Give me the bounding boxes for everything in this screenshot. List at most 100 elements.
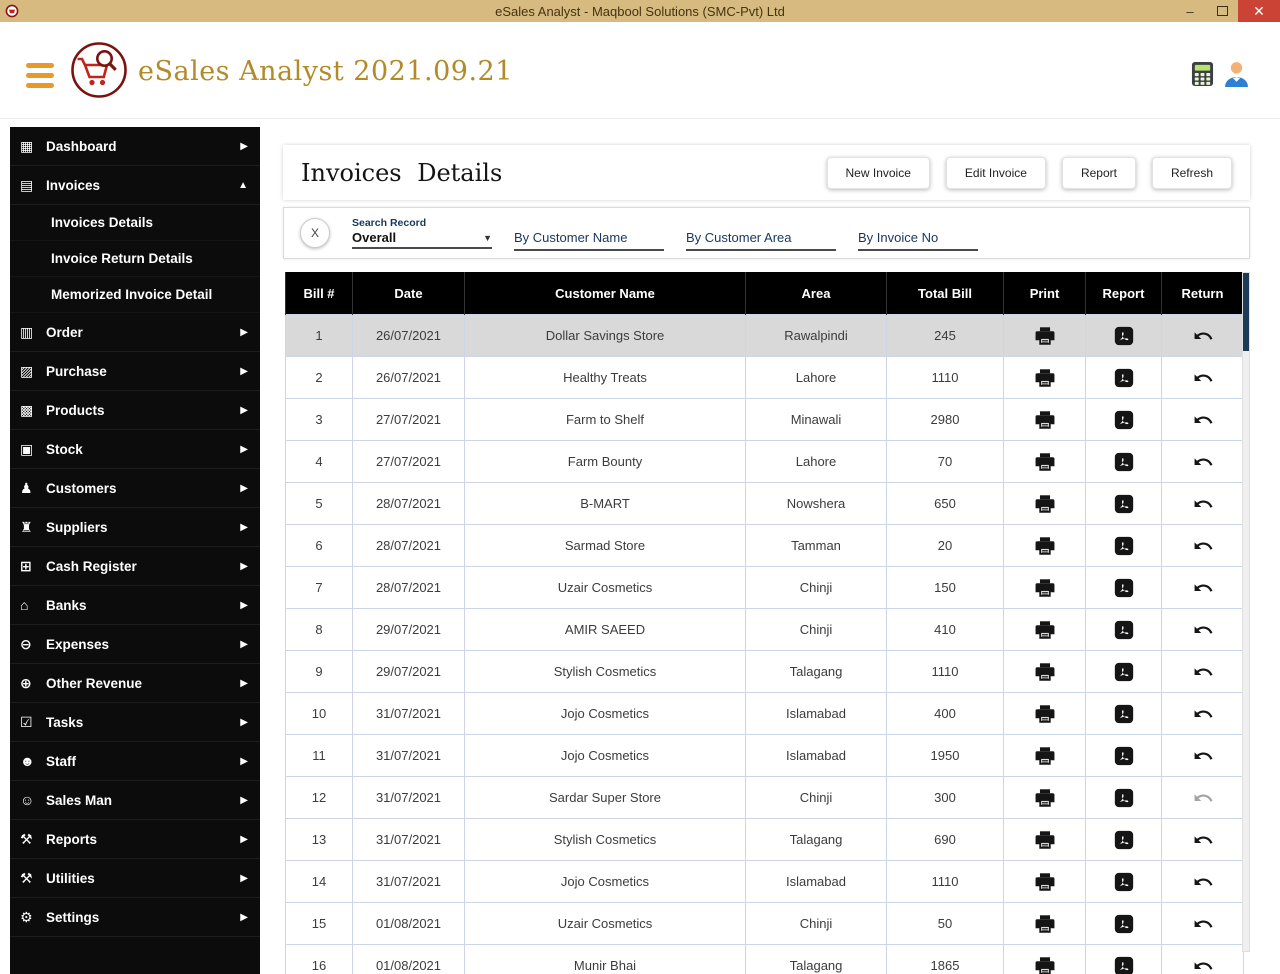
new-invoice-button[interactable]: New Invoice — [826, 156, 930, 189]
table-row[interactable]: 13 31/07/2021 Stylish Cosmetics Talagang 690 — [285, 818, 1244, 861]
table-row[interactable]: 9 29/07/2021 Stylish Cosmetics Talagang 1110 — [285, 650, 1244, 693]
return-undo-icon[interactable] — [1192, 325, 1214, 347]
pdf-report-icon[interactable] — [1113, 955, 1135, 974]
pdf-report-icon[interactable] — [1113, 451, 1135, 473]
pdf-report-icon[interactable] — [1113, 913, 1135, 935]
sidebar-item-cash-register[interactable]: ⊞ Cash Register ▶ — [10, 547, 260, 586]
sidebar-item-purchase[interactable]: ▨ Purchase ▶ — [10, 352, 260, 391]
sidebar-item-invoices[interactable]: ▤ Invoices ▲ — [10, 166, 260, 205]
sidebar-item-reports[interactable]: ⚒ Reports ▶ — [10, 820, 260, 859]
print-icon[interactable] — [1034, 451, 1056, 473]
pdf-report-icon[interactable] — [1113, 577, 1135, 599]
return-undo-icon[interactable] — [1192, 703, 1214, 725]
return-undo-icon[interactable] — [1192, 535, 1214, 557]
sidebar-item-sales-man[interactable]: ☺ Sales Man ▶ — [10, 781, 260, 820]
sidebar-item-stock[interactable]: ▣ Stock ▶ — [10, 430, 260, 469]
sidebar-item-banks[interactable]: ⌂ Banks ▶ — [10, 586, 260, 625]
table-row[interactable]: 7 28/07/2021 Uzair Cosmetics Chinji 150 — [285, 566, 1244, 609]
return-undo-icon[interactable] — [1192, 787, 1214, 809]
print-icon[interactable] — [1034, 787, 1056, 809]
table-row[interactable]: 6 28/07/2021 Sarmad Store Tamman 20 — [285, 524, 1244, 567]
pdf-report-icon[interactable] — [1113, 745, 1135, 767]
print-icon[interactable] — [1034, 619, 1056, 641]
pdf-report-icon[interactable] — [1113, 787, 1135, 809]
pdf-report-icon[interactable] — [1113, 409, 1135, 431]
print-icon[interactable] — [1034, 367, 1056, 389]
pdf-report-icon[interactable] — [1113, 493, 1135, 515]
return-undo-icon[interactable] — [1192, 409, 1214, 431]
calculator-icon[interactable] — [1191, 61, 1214, 92]
table-row[interactable]: 10 31/07/2021 Jojo Cosmetics Islamabad 400 — [285, 692, 1244, 735]
print-icon[interactable] — [1034, 703, 1056, 725]
sidebar-item-settings[interactable]: ⚙ Settings ▶ — [10, 898, 260, 937]
print-icon[interactable] — [1034, 325, 1056, 347]
table-row[interactable]: 16 01/08/2021 Munir Bhai Talagang 1865 — [285, 944, 1244, 974]
return-undo-icon[interactable] — [1192, 913, 1214, 935]
table-row[interactable]: 12 31/07/2021 Sardar Super Store Chinji 300 — [285, 776, 1244, 819]
print-icon[interactable] — [1034, 955, 1056, 974]
sidebar-subitem-memorized-invoice-detail[interactable]: Memorized Invoice Detail — [10, 277, 260, 313]
pdf-report-icon[interactable] — [1113, 703, 1135, 725]
pdf-report-icon[interactable] — [1113, 619, 1135, 641]
table-row[interactable]: 8 29/07/2021 AMIR SAEED Chinji 410 — [285, 608, 1244, 651]
sidebar-item-customers[interactable]: ♟ Customers ▶ — [10, 469, 260, 508]
customer-area-filter-input[interactable]: By Customer Area — [686, 230, 836, 251]
pdf-report-icon[interactable] — [1113, 535, 1135, 557]
return-undo-icon[interactable] — [1192, 619, 1214, 641]
return-undo-icon[interactable] — [1192, 451, 1214, 473]
maximize-button[interactable] — [1206, 0, 1238, 22]
table-row[interactable]: 3 27/07/2021 Farm to Shelf Minawali 2980 — [285, 398, 1244, 441]
sidebar-item-dashboard[interactable]: ▦ Dashboard ▶ — [10, 127, 260, 166]
print-icon[interactable] — [1034, 829, 1056, 851]
pdf-report-icon[interactable] — [1113, 829, 1135, 851]
table-row[interactable]: 5 28/07/2021 B-MART Nowshera 650 — [285, 482, 1244, 525]
pdf-report-icon[interactable] — [1113, 661, 1135, 683]
sidebar-item-utilities[interactable]: ⚒ Utilities ▶ — [10, 859, 260, 898]
sidebar-item-order[interactable]: ▥ Order ▶ — [10, 313, 260, 352]
return-undo-icon[interactable] — [1192, 493, 1214, 515]
minimize-button[interactable]: – — [1174, 0, 1206, 22]
sidebar-item-staff[interactable]: ☻ Staff ▶ — [10, 742, 260, 781]
print-icon[interactable] — [1034, 661, 1056, 683]
close-button[interactable]: ✕ — [1238, 0, 1280, 22]
print-icon[interactable] — [1034, 745, 1056, 767]
table-row[interactable]: 14 31/07/2021 Jojo Cosmetics Islamabad 1110 — [285, 860, 1244, 903]
table-row[interactable]: 1 26/07/2021 Dollar Savings Store Rawalpind… — [285, 314, 1244, 357]
customer-name-filter-input[interactable]: By Customer Name — [514, 230, 664, 251]
user-profile-icon[interactable] — [1223, 60, 1250, 92]
print-icon[interactable] — [1034, 871, 1056, 893]
return-undo-icon[interactable] — [1192, 871, 1214, 893]
sidebar-item-tasks[interactable]: ☑ Tasks ▶ — [10, 703, 260, 742]
print-icon[interactable] — [1034, 913, 1056, 935]
table-row[interactable]: 11 31/07/2021 Jojo Cosmetics Islamabad 1950 — [285, 734, 1244, 777]
print-icon[interactable] — [1034, 577, 1056, 599]
sidebar-subitem-invoices-details[interactable]: Invoices Details — [10, 205, 260, 241]
edit-invoice-button[interactable]: Edit Invoice — [945, 156, 1046, 189]
search-record-dropdown[interactable]: Search Record Overall ▼ — [352, 217, 492, 249]
print-icon[interactable] — [1034, 535, 1056, 557]
table-row[interactable]: 2 26/07/2021 Healthy Treats Lahore 1110 — [285, 356, 1244, 399]
return-undo-icon[interactable] — [1192, 955, 1214, 974]
report-button[interactable]: Report — [1061, 156, 1136, 189]
sidebar-item-other-revenue[interactable]: ⊕ Other Revenue ▶ — [10, 664, 260, 703]
sidebar-item-expenses[interactable]: ⊖ Expenses ▶ — [10, 625, 260, 664]
return-undo-icon[interactable] — [1192, 367, 1214, 389]
sidebar-subitem-invoice-return-details[interactable]: Invoice Return Details — [10, 241, 260, 277]
sidebar-item-suppliers[interactable]: ♜ Suppliers ▶ — [10, 508, 260, 547]
invoice-no-filter-input[interactable]: By Invoice No — [858, 230, 978, 251]
pdf-report-icon[interactable] — [1113, 325, 1135, 347]
return-undo-icon[interactable] — [1192, 829, 1214, 851]
pdf-report-icon[interactable] — [1113, 367, 1135, 389]
pdf-report-icon[interactable] — [1113, 871, 1135, 893]
sidebar-item-products[interactable]: ▩ Products ▶ — [10, 391, 260, 430]
print-icon[interactable] — [1034, 493, 1056, 515]
table-row[interactable]: 15 01/08/2021 Uzair Cosmetics Chinji 50 — [285, 902, 1244, 945]
hamburger-menu-icon[interactable] — [26, 63, 54, 88]
table-scrollbar-thumb[interactable] — [1243, 273, 1249, 351]
return-undo-icon[interactable] — [1192, 577, 1214, 599]
refresh-button[interactable]: Refresh — [1151, 156, 1232, 189]
table-scrollbar[interactable] — [1242, 272, 1250, 952]
return-undo-icon[interactable] — [1192, 661, 1214, 683]
table-row[interactable]: 4 27/07/2021 Farm Bounty Lahore 70 — [285, 440, 1244, 483]
return-undo-icon[interactable] — [1192, 745, 1214, 767]
